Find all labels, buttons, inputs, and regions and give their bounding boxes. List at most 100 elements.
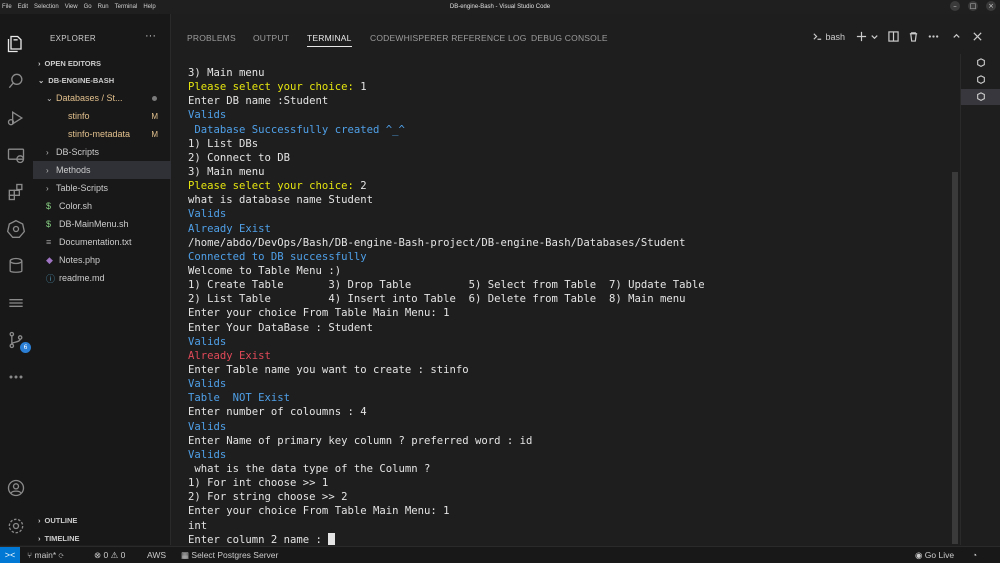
kubernetes-icon[interactable] [4,217,28,241]
tab-output[interactable]: OUTPUT [253,33,289,43]
scrollbar-thumb[interactable] [952,172,958,544]
more-actions-icon[interactable] [928,31,939,44]
tab-problems[interactable]: PROBLEMS [187,33,236,43]
menu-file[interactable]: File [2,4,12,10]
aws-indicator[interactable]: AWS [147,550,166,560]
chevron-down-icon: ⌄ [46,93,53,103]
terminal-line: Already Exist [188,349,948,363]
terminal-line-text: int [188,519,208,532]
extensions-icon[interactable] [4,180,28,204]
close-panel-icon[interactable] [972,31,983,44]
terminal-instance-2[interactable] [961,72,1000,88]
database-icon[interactable] [4,254,28,278]
terminal-line: Database Successfully created ^_^ [188,123,948,137]
terminal-line-text: Valids [188,208,227,221]
tree-item-readme-md[interactable]: ⓘ readme.md [33,269,171,287]
terminal-line: Valids [188,335,948,349]
terminal-line: Enter Table name you want to create : st… [188,363,948,377]
split-terminal-icon[interactable] [888,31,899,44]
tree-item-label: readme.md [59,273,105,283]
menu-terminal[interactable]: Terminal [115,4,138,10]
terminal-line-text: Please select your choice: [188,81,361,94]
remote-indicator[interactable]: >< [0,547,20,563]
tree-item-color-sh[interactable]: $ Color.sh [33,197,171,215]
menu-run[interactable]: Run [98,4,109,10]
problems-indicator[interactable]: ⊗ 0 ⚠ 0 [94,550,125,561]
tab-terminal[interactable]: TERMINAL [307,33,352,47]
terminal-instance-1[interactable] [961,55,1000,71]
tree-item-table-scripts[interactable]: › Table-Scripts [33,179,171,197]
menu-selection[interactable]: Selection [34,4,59,10]
terminal-line: 3) Main menu [188,165,948,179]
terminal-line-text: 3) Main menu [188,67,265,79]
new-terminal-icon[interactable] [856,31,867,44]
error-count: 0 [103,550,109,560]
tree-item-documentation-txt[interactable]: ≡ Documentation.txt [33,233,171,251]
more-icon[interactable] [4,365,28,389]
terminal-instance-3[interactable] [961,89,1000,105]
outline-section[interactable]: › OUTLINE [33,512,171,528]
menu-view[interactable]: View [65,4,78,10]
tree-item-databases-st[interactable]: ⌄ Databases / St... [33,89,171,107]
explorer-title: EXPLORER [50,34,96,43]
terminal-line: what is database name Student [188,193,948,207]
branch-indicator[interactable]: ⑂ main* ⟳ [27,550,64,560]
project-section[interactable]: ⌄ DB-ENGINE-BASH [33,72,171,88]
postgres-label: Select Postgres Server [191,550,279,560]
explorer-more-icon[interactable]: ··· [145,30,156,42]
tree-item-db-scripts[interactable]: › DB-Scripts [33,143,171,161]
terminal-line-text: Enter DB name :Student [188,95,329,108]
minimize-button[interactable]: – [950,1,960,11]
remote-explorer-icon[interactable] [4,143,28,167]
tab-codewhisperer[interactable]: CODEWHISPERER REFERENCE LOG [370,33,527,43]
terminal-line-text: 3) Main menu [188,165,265,178]
tree-item-notes-php[interactable]: ◆ Notes.php [33,251,171,269]
chevron-down-icon[interactable] [869,31,880,44]
tab-debug-console[interactable]: DEBUG CONSOLE [531,33,608,43]
chevron-right-icon: › [46,183,49,193]
menu-go[interactable]: Go [84,4,92,10]
trash-icon[interactable] [908,31,919,44]
terminal-line: Valids [188,377,948,391]
open-editors-section[interactable]: › OPEN EDITORS [33,55,171,71]
tree-item-methods[interactable]: › Methods [33,161,171,179]
terminal-shell-selector[interactable]: bash [812,31,845,42]
tree-item-stinfo[interactable]: stinfo M [33,107,171,125]
stack-icon[interactable] [4,291,28,315]
terminal-line: Enter your choice From Table Main Menu: … [188,306,948,320]
terminal-output[interactable]: 3) Main menu Please select your choice: 1… [188,66,948,546]
terminal-line: 3) Main menu [188,66,948,80]
terminal-line: Connected to DB successfully [188,250,948,264]
terminal-line-text: Valids [188,448,227,461]
menu-edit[interactable]: Edit [18,4,28,10]
account-icon[interactable] [4,476,28,500]
run-debug-icon[interactable] [4,106,28,130]
maximize-button[interactable]: □ [968,1,978,11]
search-icon[interactable] [4,69,28,93]
menu-help[interactable]: Help [143,4,155,10]
terminal-tabs-list [960,54,1000,545]
terminal-line-text: what is the data type of the Column ? [188,462,431,475]
warning-count: 0 [120,550,126,560]
terminal-scrollbar[interactable] [951,54,959,545]
files-icon[interactable] [4,32,28,56]
terminal-line-text: Valids [188,420,227,433]
tree-item-stinfo-metadata[interactable]: stinfo-metadata M [33,125,171,143]
tree-item-label: Notes.php [59,255,101,265]
terminal-line: 1) For int choose >> 1 [188,476,948,490]
php-file-icon: ◆ [46,254,53,265]
terminal-line: Please select your choice: 1 [188,80,948,94]
tree-item-label: Databases / St... [56,93,123,103]
settings-gear-icon[interactable] [4,514,28,538]
timeline-section[interactable]: › TIMELINE [33,530,171,546]
terminal-line-text: Valids [188,335,227,348]
maximize-panel-icon[interactable] [951,31,962,44]
close-button[interactable]: × [986,1,996,11]
terminal-input-value: 2 [360,180,367,193]
notifications-icon[interactable]: ◔ [972,550,977,560]
postgres-selector[interactable]: ▦ Select Postgres Server [181,550,278,561]
go-live-label: Go Live [924,550,955,560]
go-live-button[interactable]: ◉ Go Live [915,550,954,561]
source-control-icon[interactable]: 6 [4,328,31,353]
tree-item-db-mainmenu-sh[interactable]: $ DB-MainMenu.sh [33,215,171,233]
